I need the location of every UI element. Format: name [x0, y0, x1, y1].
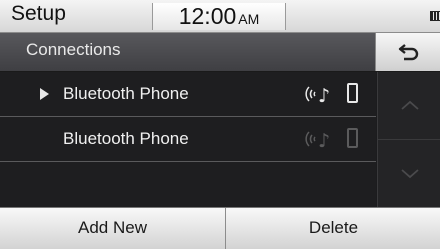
scroll-column	[377, 72, 440, 207]
status-bar: Setup 12:00AM ß ✆ ✱	[0, 0, 440, 33]
clock-ampm: AM	[238, 11, 260, 27]
phone-icon	[347, 128, 358, 148]
battery-icon	[430, 11, 440, 21]
list-item-empty	[0, 162, 376, 206]
app-title: Setup	[11, 2, 66, 25]
device-label: Bluetooth Phone	[63, 84, 189, 103]
back-arrow-icon	[398, 44, 419, 61]
delete-button[interactable]: Delete	[225, 208, 440, 249]
clock-time: 12:00	[178, 3, 237, 29]
clock[interactable]: 12:00 AM	[152, 3, 286, 30]
device-list: Bluetooth Phone ♪ Bluetooth Phone ♪	[0, 72, 376, 207]
page-title: Connections	[26, 40, 121, 59]
audio-streaming-icon: ♪	[305, 85, 330, 105]
scroll-down-button[interactable]	[378, 140, 440, 207]
svg-text:♪: ♪	[318, 130, 330, 150]
add-new-button[interactable]: Add New	[0, 208, 225, 249]
audio-streaming-icon: ♪	[305, 130, 330, 150]
device-status-icons: ♪	[303, 82, 363, 106]
action-bar: Add New Delete	[0, 207, 440, 249]
svg-text:♪: ♪	[318, 85, 330, 105]
list-item-device-1[interactable]: Bluetooth Phone ♪	[0, 72, 376, 117]
selected-arrow-icon	[40, 88, 49, 100]
chevron-up-icon	[401, 100, 419, 110]
device-label: Bluetooth Phone	[63, 129, 189, 148]
phone-icon	[347, 83, 358, 103]
chevron-down-icon	[401, 169, 419, 179]
setup-screen: Setup 12:00AM ß ✆ ✱ Connections	[0, 0, 440, 249]
list-item-device-2[interactable]: Bluetooth Phone ♪	[0, 117, 376, 162]
connections-header: Connections	[0, 33, 440, 72]
back-button[interactable]	[375, 33, 440, 71]
scroll-up-button[interactable]	[378, 72, 440, 140]
device-status-icons: ♪	[303, 127, 363, 151]
